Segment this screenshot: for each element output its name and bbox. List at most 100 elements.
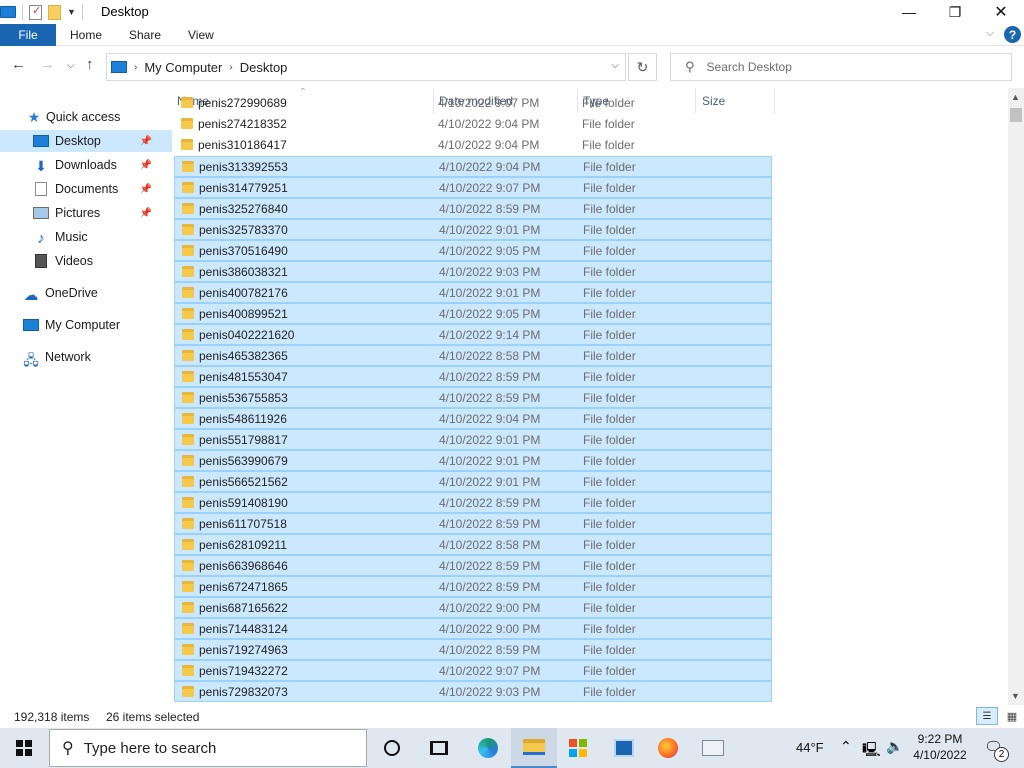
- file-row[interactable]: penis719432272 4/10/2022 9:07 PM File fold…: [174, 660, 772, 681]
- pin-icon[interactable]: 📌: [140, 160, 152, 171]
- file-row[interactable]: penis370516490 4/10/2022 9:05 PM File fold…: [174, 240, 772, 261]
- tab-view[interactable]: View: [188, 28, 214, 42]
- nav-item-quick-access[interactable]: ★ Quick access: [0, 106, 172, 128]
- file-row[interactable]: penis563990679 4/10/2022 9:01 PM File fold…: [174, 450, 772, 471]
- large-icons-view-icon[interactable]: ▦: [1002, 707, 1022, 725]
- file-row[interactable]: penis729832073 4/10/2022 9:03 PM File fold…: [174, 681, 772, 702]
- nav-item-videos[interactable]: Videos: [0, 250, 172, 272]
- start-button[interactable]: [0, 728, 48, 768]
- scrollbar-thumb[interactable]: [1010, 108, 1022, 122]
- quick-access-toolbar: ▼: [0, 3, 89, 21]
- file-row[interactable]: penis687165622 4/10/2022 9:00 PM File fold…: [174, 597, 772, 618]
- file-name: penis481553047: [199, 370, 288, 384]
- explorer-window-icon[interactable]: [0, 6, 16, 18]
- taskbar-search-box[interactable]: ⚲ Type here to search: [49, 729, 367, 767]
- file-row[interactable]: penis719274963 4/10/2022 8:59 PM File fold…: [174, 639, 772, 660]
- forward-arrow-icon[interactable]: →: [40, 56, 55, 73]
- file-row[interactable]: penis314779251 4/10/2022 9:07 PM File fold…: [174, 177, 772, 198]
- breadcrumb-chevron-icon[interactable]: ›: [229, 62, 232, 73]
- taskbar-search-input[interactable]: Type here to search: [84, 740, 217, 757]
- nav-item-downloads[interactable]: ⬇ Downloads 📌: [0, 154, 172, 176]
- file-row[interactable]: penis566521562 4/10/2022 9:01 PM File fold…: [174, 471, 772, 492]
- file-row[interactable]: penis400782176 4/10/2022 9:01 PM File fold…: [174, 282, 772, 303]
- vertical-scrollbar[interactable]: ▲ ▼: [1008, 88, 1024, 705]
- weather-temperature[interactable]: 44°F: [796, 740, 824, 755]
- properties-icon[interactable]: [29, 4, 42, 20]
- firefox-taskbar-button[interactable]: [645, 728, 691, 768]
- edge-taskbar-button[interactable]: [465, 728, 511, 768]
- customize-toolbar-chevron-icon[interactable]: ▼: [67, 7, 76, 17]
- file-row[interactable]: penis663968646 4/10/2022 8:59 PM File fold…: [174, 555, 772, 576]
- address-dropdown-chevron-icon[interactable]: ⌵: [611, 60, 619, 71]
- file-explorer-taskbar-button[interactable]: [511, 728, 557, 768]
- file-date-modified: 4/10/2022 9:07 PM: [438, 96, 540, 110]
- help-icon[interactable]: ?: [1004, 26, 1021, 43]
- file-row[interactable]: penis274218352 4/10/2022 9:04 PM File fold…: [174, 114, 772, 135]
- network-status-icon[interactable]: 🖳: [862, 739, 881, 763]
- task-view-button[interactable]: [416, 728, 462, 768]
- nav-item-network[interactable]: 🖧 Network: [0, 346, 172, 368]
- file-row[interactable]: penis0402221620 4/10/2022 9:14 PM File fol…: [174, 324, 772, 345]
- file-row[interactable]: penis536755853 4/10/2022 8:59 PM File fold…: [174, 387, 772, 408]
- store-taskbar-button[interactable]: [555, 728, 601, 768]
- close-button[interactable]: ✕: [978, 0, 1024, 24]
- pin-icon[interactable]: 📌: [140, 136, 152, 147]
- system-app-taskbar-button[interactable]: [601, 728, 647, 768]
- scroll-up-arrow-icon[interactable]: ▲: [1011, 92, 1020, 102]
- file-list[interactable]: Name ^ Date modified Type Size penis2729…: [174, 88, 1008, 705]
- new-folder-icon[interactable]: [48, 4, 61, 20]
- file-row[interactable]: penis672471865 4/10/2022 8:59 PM File fold…: [174, 576, 772, 597]
- pin-icon[interactable]: 📌: [140, 208, 152, 219]
- file-row[interactable]: penis386038321 4/10/2022 9:03 PM File fold…: [174, 261, 772, 282]
- file-row[interactable]: penis272990689 4/10/2022 9:07 PM File fold…: [174, 93, 772, 114]
- nav-item-onedrive[interactable]: ☁ OneDrive: [0, 282, 172, 304]
- search-input[interactable]: Search Desktop: [707, 60, 792, 74]
- performance-monitor-taskbar-button[interactable]: [690, 728, 736, 768]
- show-hidden-icons-chevron-icon[interactable]: ⌃: [840, 738, 852, 755]
- folder-icon: [182, 518, 194, 529]
- tab-file[interactable]: File: [0, 24, 56, 46]
- folder-icon: [182, 392, 194, 403]
- breadcrumb-my-computer[interactable]: My Computer: [144, 60, 222, 75]
- maximize-button[interactable]: ❐: [932, 0, 978, 24]
- breadcrumb-chevron-icon[interactable]: ›: [134, 62, 137, 73]
- file-row[interactable]: penis714483124 4/10/2022 9:00 PM File fold…: [174, 618, 772, 639]
- file-row[interactable]: penis310186417 4/10/2022 9:04 PM File fold…: [174, 135, 772, 156]
- address-bar[interactable]: › My Computer › Desktop ⌵: [106, 53, 626, 81]
- nav-item-documents[interactable]: Documents 📌: [0, 178, 172, 200]
- details-view-icon[interactable]: ☰: [976, 707, 998, 725]
- expand-ribbon-chevron-icon[interactable]: ⌵: [986, 27, 994, 40]
- file-row[interactable]: penis400899521 4/10/2022 9:05 PM File fold…: [174, 303, 772, 324]
- up-arrow-icon[interactable]: ↑: [86, 56, 94, 73]
- file-row[interactable]: penis465382365 4/10/2022 8:58 PM File fold…: [174, 345, 772, 366]
- cortana-button[interactable]: [369, 728, 415, 768]
- nav-item-pictures[interactable]: Pictures 📌: [0, 202, 172, 224]
- refresh-button[interactable]: ↻: [628, 53, 657, 81]
- folder-icon: [182, 455, 194, 466]
- file-row[interactable]: penis313392553 4/10/2022 9:04 PM File fold…: [174, 156, 772, 177]
- search-box[interactable]: ⚲ Search Desktop: [670, 53, 1012, 81]
- file-row[interactable]: penis628109211 4/10/2022 8:58 PM File fold…: [174, 534, 772, 555]
- nav-item-music[interactable]: ♪ Music: [0, 226, 172, 248]
- file-row[interactable]: penis548611926 4/10/2022 9:04 PM File fold…: [174, 408, 772, 429]
- scroll-down-arrow-icon[interactable]: ▼: [1011, 691, 1020, 701]
- tab-share[interactable]: Share: [129, 28, 161, 42]
- nav-item-my-computer[interactable]: My Computer: [0, 314, 172, 336]
- file-row[interactable]: penis325783370 4/10/2022 9:01 PM File fold…: [174, 219, 772, 240]
- file-row[interactable]: penis325276840 4/10/2022 8:59 PM File fold…: [174, 198, 772, 219]
- file-row[interactable]: penis591408190 4/10/2022 8:59 PM File fold…: [174, 492, 772, 513]
- breadcrumb-desktop[interactable]: Desktop: [240, 60, 288, 75]
- clock[interactable]: 9:22 PM 4/10/2022: [900, 731, 980, 763]
- back-arrow-icon[interactable]: ←: [11, 56, 26, 73]
- file-row[interactable]: penis611707518 4/10/2022 8:59 PM File fold…: [174, 513, 772, 534]
- pin-icon[interactable]: 📌: [140, 184, 152, 195]
- folder-icon: [182, 644, 194, 655]
- recent-locations-chevron-icon[interactable]: ⌵: [67, 60, 75, 71]
- file-row[interactable]: penis481553047 4/10/2022 8:59 PM File fold…: [174, 366, 772, 387]
- minimize-button[interactable]: —: [886, 0, 932, 24]
- tab-home[interactable]: Home: [70, 28, 102, 42]
- file-name: penis591408190: [199, 496, 288, 510]
- file-date-modified: 4/10/2022 8:59 PM: [439, 370, 541, 384]
- file-row[interactable]: penis551798817 4/10/2022 9:01 PM File fold…: [174, 429, 772, 450]
- nav-item-desktop[interactable]: Desktop 📌: [0, 130, 172, 152]
